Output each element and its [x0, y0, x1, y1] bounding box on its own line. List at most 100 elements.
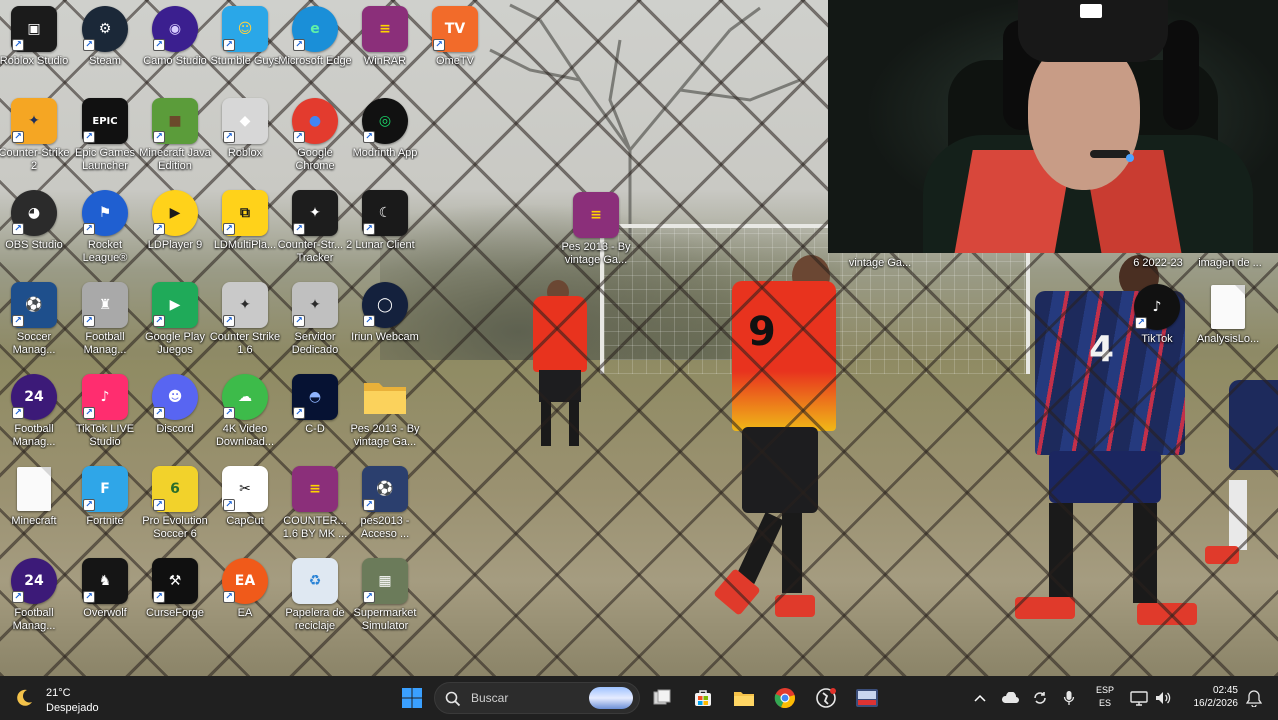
start-button[interactable] — [396, 682, 428, 714]
language-indicator[interactable]: ESP ES — [1091, 684, 1119, 710]
notification-bell-icon — [1245, 690, 1263, 708]
shortcut-arrow-icon: ↗ — [293, 315, 305, 327]
desktop-label-season[interactable]: 6 2022-23 — [1120, 257, 1196, 270]
desktop-icon-ldplayer[interactable]: ▶ ↗ LDPlayer 9 — [137, 190, 213, 252]
desktop-icon-folder[interactable]: Pes 2013 - By vintage Ga... — [347, 374, 423, 449]
desktop-icon-recycle-bin[interactable]: ♻ Papelera de reciclaje — [277, 558, 353, 633]
desktop-icon-football-manager-24b[interactable]: 24 ↗ Football Manag... — [0, 558, 72, 633]
desktop-icon-counter-strike[interactable]: ✦ ↗ Counter-Strike 2 — [0, 98, 72, 173]
desktop-icon-minecraft[interactable]: ■ ↗ Minecraft Java Edition — [137, 98, 213, 173]
desktop-icon-football-manager-bot[interactable]: ♜ ↗ Football Manag... — [67, 282, 143, 357]
task-view-button[interactable] — [646, 682, 678, 714]
desktop-icon-rocket-league[interactable]: ⚑ ↗ Rocket League® — [67, 190, 143, 265]
soccer-manager-icon: ⚽ ↗ — [11, 282, 57, 328]
desktop-icon-ea[interactable]: EA ↗ EA — [207, 558, 283, 620]
desktop-icon-stumble-guys[interactable]: ☺ ↗ Stumble Guys — [207, 6, 283, 68]
desktop-icon-minecraft-file[interactable]: Minecraft — [0, 466, 72, 528]
fortnite-icon: F ↗ — [82, 466, 128, 512]
desktop-icon-iriun-webcam[interactable]: ◯ ↗ Iriun Webcam — [347, 282, 423, 344]
clock-time: 02:45 — [1212, 685, 1238, 696]
network-tray-button[interactable] — [1128, 676, 1150, 720]
desktop-icon-label: Google Chrome — [295, 147, 335, 172]
shortcut-arrow-icon: ↗ — [223, 131, 235, 143]
store-button[interactable] — [687, 682, 719, 714]
desktop-icon-label: Camo Studio — [143, 55, 207, 67]
c-d-icon: ◓ ↗ — [292, 374, 338, 420]
minecraft-icon: ■ ↗ — [152, 98, 198, 144]
desktop-icon-roblox[interactable]: ◆ ↗ Roblox — [207, 98, 283, 160]
desktop-icon-counter-strike-16[interactable]: ✦ ↗ Counter Strike 1.6 — [207, 282, 283, 357]
sync-tray-button[interactable] — [1029, 676, 1051, 720]
desktop-icon-football-manager-24[interactable]: 24 ↗ Football Manag... — [0, 374, 72, 449]
desktop-icon-label: Minecraft — [11, 515, 57, 527]
desktop-icon-label: Counter-Str... 2 Tracker — [277, 239, 353, 264]
desktop-icon-label: Modrinth App — [352, 147, 418, 159]
desktop-icon-discord[interactable]: ☻ ↗ Discord — [137, 374, 213, 436]
desktop-icon-fortnite[interactable]: F ↗ Fortnite — [67, 466, 143, 528]
desktop-icon-overwolf[interactable]: ♞ ↗ Overwolf — [67, 558, 143, 620]
onedrive-tray-button[interactable] — [999, 676, 1021, 720]
desktop-icon-cs2-tracker[interactable]: ✦ ↗ Counter-Str... 2 Tracker — [277, 190, 353, 265]
desktop-icon-camo-studio[interactable]: ◉ ↗ Camo Studio — [137, 6, 213, 68]
desktop-icon-capcut[interactable]: ✂ ↗ CapCut — [207, 466, 283, 528]
desktop-label-vintage[interactable]: vintage Ga... — [842, 257, 918, 270]
notifications-button[interactable] — [1245, 689, 1263, 712]
winrar-archive-icon: ≡ — [573, 192, 619, 238]
folder-icon — [362, 374, 408, 420]
desktop-icon-tiktok[interactable]: ♪ ↗ TikTok — [1119, 284, 1195, 346]
desktop-icon-roblox-studio[interactable]: ▣ ↗ Roblox Studio — [0, 6, 72, 68]
desktop-icon-4k-video-downloader[interactable]: ☁ ↗ 4K Video Download... — [207, 374, 283, 449]
desktop-icon-chrome[interactable]: ● ↗ Google Chrome — [277, 98, 353, 173]
desktop-icon-curseforge[interactable]: ⚒ ↗ CurseForge — [137, 558, 213, 620]
search-box[interactable]: Buscar — [434, 682, 640, 714]
taskbar: 21°C Despejado Buscar ESP ES 02:45 16/2/… — [0, 676, 1278, 720]
desktop-icon-soccer-manager[interactable]: ⚽ ↗ Soccer Manag... — [0, 282, 72, 357]
desktop-icon-supermarket-simulator[interactable]: ▦ ↗ Supermarket Simulator — [347, 558, 423, 633]
football-manager-24-icon: 24 ↗ — [11, 374, 57, 420]
pes-taskbar-button[interactable] — [851, 682, 883, 714]
file-explorer-button[interactable] — [728, 682, 760, 714]
microsoft-store-icon — [695, 690, 711, 706]
volume-tray-button[interactable] — [1152, 676, 1174, 720]
shortcut-arrow-icon: ↗ — [12, 407, 24, 419]
webcam-person-face — [1028, 40, 1140, 190]
desktop-icon-c-d[interactable]: ◓ ↗ C-D — [277, 374, 353, 436]
desktop-icon-analysis-file[interactable]: AnalysisLo... — [1190, 284, 1266, 346]
iriun-webcam-icon: ◯ ↗ — [362, 282, 408, 328]
desktop-icon-winrar-archive[interactable]: ≡ COUNTER... 1.6 BY MK ... — [277, 466, 353, 541]
weather-widget[interactable]: 21°C Despejado — [14, 682, 124, 714]
shortcut-arrow-icon: ↗ — [12, 591, 24, 603]
desktop-icon-winrar[interactable]: ≡ WinRAR — [347, 6, 423, 68]
tray-overflow-button[interactable] — [970, 676, 990, 720]
obs-icon: ◕ ↗ — [11, 190, 57, 236]
desktop-icon-steam[interactable]: ⚙ ↗ Steam — [67, 6, 143, 68]
desktop-icon-lunar-client[interactable]: ☾ ↗ Lunar Client — [347, 190, 423, 252]
desktop-icon-tiktok-live-studio[interactable]: ♪ ↗ TikTok LIVE Studio — [67, 374, 143, 449]
desktop-icon-edge[interactable]: e ↗ Microsoft Edge — [277, 6, 353, 68]
chevron-up-icon — [974, 694, 986, 702]
desktop-icon-label: Microsoft Edge — [278, 55, 352, 67]
microphone-tray-button[interactable] — [1058, 676, 1080, 720]
desktop-icon-google-play-games[interactable]: ▶ ↗ Google Play Juegos — [137, 282, 213, 357]
stumble-guys-icon: ☺ ↗ — [222, 6, 268, 52]
desktop-icon-pes6[interactable]: 6 ↗ Pro Evolution Soccer 6 — [137, 466, 213, 541]
desktop-icon-pes2013-shortcut[interactable]: ⚽ ↗ pes2013 - Acceso ... — [347, 466, 423, 541]
desktop-label-image[interactable]: imagen de ... — [1192, 257, 1268, 270]
ldmultiplayer-icon: ⧉ ↗ — [222, 190, 268, 236]
chrome-taskbar-button[interactable] — [769, 682, 801, 714]
taskbar-clock[interactable]: 02:45 16/2/2026 — [1178, 684, 1239, 710]
shortcut-arrow-icon: ↗ — [153, 39, 165, 51]
cs2-taskbar-button[interactable] — [810, 682, 842, 714]
shortcut-arrow-icon: ↗ — [83, 39, 95, 51]
supermarket-simulator-icon: ▦ ↗ — [362, 558, 408, 604]
shortcut-arrow-icon: ↗ — [433, 39, 445, 51]
desktop-icon-ometv[interactable]: TV ↗ OmeTV — [417, 6, 493, 68]
desktop-icon-epic-games[interactable]: EPIC ↗ Epic Games Launcher — [67, 98, 143, 173]
desktop-icon-pes-archive[interactable]: ≡ Pes 2013 - By vintage Ga... — [558, 192, 634, 267]
speaker-icon — [1156, 692, 1171, 704]
desktop-icon-obs[interactable]: ◕ ↗ OBS Studio — [0, 190, 72, 252]
shortcut-arrow-icon: ↗ — [153, 315, 165, 327]
desktop-icon-dedicated-server[interactable]: ✦ ↗ Servidor Dedicado — [277, 282, 353, 357]
desktop-icon-ldmultiplayer[interactable]: ⧉ ↗ LDMultiPla... — [207, 190, 283, 252]
desktop-icon-modrinth[interactable]: ◎ ↗ Modrinth App — [347, 98, 423, 160]
